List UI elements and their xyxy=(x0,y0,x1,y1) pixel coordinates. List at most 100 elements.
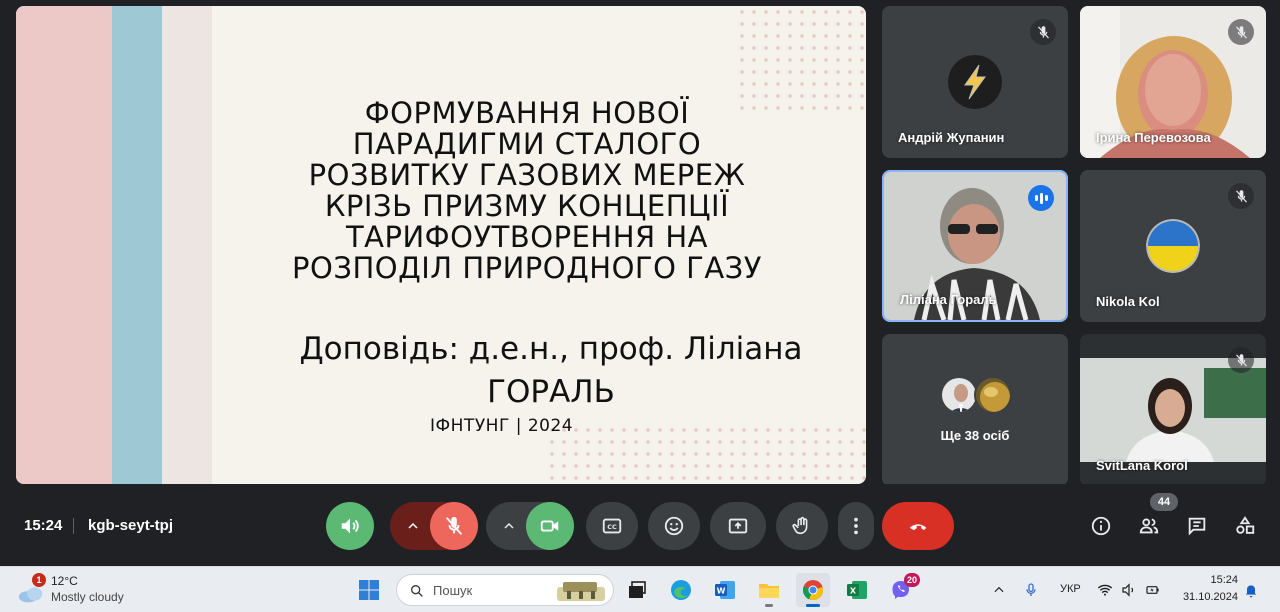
participant-tile[interactable]: Андрій Жупанин xyxy=(882,6,1068,158)
slide-subtitle-line: ГОРАЛЬ xyxy=(487,374,615,410)
participant-tile[interactable]: Nikola Kol xyxy=(1080,170,1266,322)
emoji-icon xyxy=(664,516,684,536)
more-participants-label: Ще 38 осіб xyxy=(940,428,1010,443)
active-indicator xyxy=(806,604,820,607)
weather-alert-badge: 1 xyxy=(32,573,46,587)
more-options-button[interactable] xyxy=(838,502,874,550)
word-app[interactable]: W xyxy=(708,573,742,607)
slide-title-line: ПАРАДИГМИ СТАЛОГО xyxy=(352,127,702,161)
edge-icon xyxy=(671,580,691,600)
meeting-details-button[interactable] xyxy=(1089,514,1113,538)
camera-options-button[interactable] xyxy=(492,502,526,550)
svg-text:X: X xyxy=(850,587,857,596)
chevron-up-icon xyxy=(408,522,418,529)
taskbar-search[interactable]: Пошук xyxy=(396,574,614,606)
shapes-icon xyxy=(1236,516,1255,534)
weather-widget[interactable]: 1 12°C Mostly cloudy xyxy=(14,573,164,607)
slide-dot-pattern xyxy=(546,424,866,484)
battery-button[interactable] xyxy=(1144,581,1162,599)
participant-count-badge: 44 xyxy=(1150,493,1178,511)
slide-stripe-blue xyxy=(112,6,162,484)
slide-title-line: КРІЗЬ ПРИЗМУ КОНЦЕПЦІЇ xyxy=(324,189,730,223)
present-screen-button[interactable] xyxy=(710,502,766,550)
folder-icon xyxy=(759,584,779,598)
people-button[interactable] xyxy=(1137,514,1161,538)
mic-toggle-button[interactable] xyxy=(430,502,478,550)
avatar xyxy=(940,376,978,414)
participant-name: Ліліана Гораль xyxy=(900,292,997,307)
network-button[interactable] xyxy=(1096,581,1114,599)
chat-icon xyxy=(1188,517,1206,536)
chevron-up-icon xyxy=(504,522,514,529)
wifi-icon xyxy=(1097,584,1113,596)
volume-tray-button[interactable] xyxy=(1120,581,1138,599)
speaker-icon xyxy=(1122,583,1134,597)
chrome-app[interactable] xyxy=(796,573,830,607)
slide-title-line: РОЗПОДІЛ ПРИРОДНОГО ГАЗУ xyxy=(292,251,762,285)
show-hidden-icons-button[interactable] xyxy=(990,581,1008,599)
file-explorer-app[interactable] xyxy=(752,573,786,607)
more-participants-tile[interactable]: Ще 38 осіб xyxy=(882,334,1068,486)
speaker-button[interactable] xyxy=(326,502,374,550)
chevron-up-icon xyxy=(994,586,1004,593)
search-icon xyxy=(411,585,423,597)
avatar xyxy=(974,376,1012,414)
closed-captions-icon: CC xyxy=(602,518,622,534)
slide-title-line: ТАРИФОУТВОРЕННЯ НА xyxy=(345,220,709,254)
notifications-button[interactable] xyxy=(1242,581,1260,599)
lightning-avatar-icon xyxy=(948,55,1002,109)
others-avatar-stack xyxy=(940,376,1014,414)
windows-logo-icon xyxy=(359,580,379,600)
system-tray: УКР 15:24 31.10.2024 xyxy=(990,567,1280,612)
slide-footer: ІФНТУНГ | 2024 xyxy=(430,416,574,436)
participant-tile[interactable]: SvitLana Korol xyxy=(1080,334,1266,486)
raise-hand-button[interactable] xyxy=(776,502,828,550)
mic-options-button[interactable] xyxy=(396,502,430,550)
search-highlight-image xyxy=(557,582,605,601)
taskbar-date[interactable]: 31.10.2024 xyxy=(1183,591,1238,603)
task-view-icon xyxy=(629,581,646,598)
slide-title: ФОРМУВАННЯ НОВОЇ ПАРАДИГМИ СТАЛОГО РОЗВИ… xyxy=(252,98,802,284)
mic-off-icon xyxy=(1228,183,1254,209)
end-call-button[interactable] xyxy=(882,502,954,550)
meeting-clock: 15:24 xyxy=(24,517,63,534)
participant-tile-active-speaker[interactable]: Ліліана Гораль xyxy=(882,170,1068,322)
edge-app[interactable] xyxy=(664,573,698,607)
presentation-slide: ФОРМУВАННЯ НОВОЇ ПАРАДИГМИ СТАЛОГО РОЗВИ… xyxy=(16,6,866,484)
svg-text:CC: CC xyxy=(607,523,617,531)
volume-icon xyxy=(341,518,359,534)
people-icon xyxy=(1139,518,1159,534)
microphone-icon xyxy=(1026,583,1036,596)
running-indicator xyxy=(765,604,773,607)
search-placeholder: Пошук xyxy=(433,583,473,598)
slide-subtitle: Доповідь: д.е.н., проф. Ліліана ГОРАЛЬ xyxy=(252,328,850,414)
start-button[interactable] xyxy=(352,573,386,607)
mic-off-icon xyxy=(1030,19,1056,45)
battery-charging-icon xyxy=(1146,586,1159,594)
viber-notification-badge: 20 xyxy=(904,573,921,587)
divider xyxy=(73,518,74,534)
excel-app[interactable]: X xyxy=(840,573,874,607)
captions-button[interactable]: CC xyxy=(586,502,638,550)
participant-name: Андрій Жупанин xyxy=(898,130,1005,145)
task-view-button[interactable] xyxy=(620,573,654,607)
participant-name: Nikola Kol xyxy=(1096,294,1160,309)
info-icon xyxy=(1091,516,1111,536)
camera-toggle-button[interactable] xyxy=(526,502,574,550)
svg-text:W: W xyxy=(717,587,726,596)
participant-name: Ірина Перевозова xyxy=(1096,130,1211,145)
participant-name: SvitLana Korol xyxy=(1096,458,1188,473)
hand-icon xyxy=(792,516,808,535)
mic-off-icon xyxy=(1228,347,1254,373)
bell-icon xyxy=(1245,585,1257,598)
word-icon: W xyxy=(715,581,735,599)
activities-button[interactable] xyxy=(1233,514,1257,538)
chat-button[interactable] xyxy=(1185,514,1209,538)
reactions-button[interactable] xyxy=(648,502,700,550)
participant-tile[interactable]: Ірина Перевозова xyxy=(1080,6,1266,158)
slide-subtitle-line: Доповідь: д.е.н., проф. Ліліана xyxy=(299,331,803,367)
taskbar-time[interactable]: 15:24 xyxy=(1210,574,1238,586)
input-language[interactable]: УКР xyxy=(1060,583,1081,595)
slide-stripe-beige xyxy=(162,6,212,484)
microphone-tray-button[interactable] xyxy=(1022,581,1040,599)
